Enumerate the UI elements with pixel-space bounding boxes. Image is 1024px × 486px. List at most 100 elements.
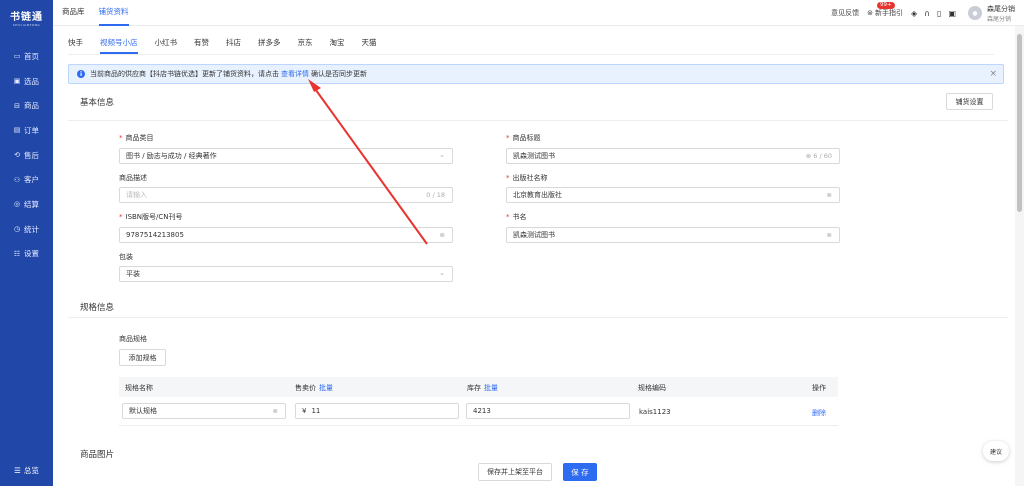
- close-icon[interactable]: ×: [989, 69, 997, 79]
- logo[interactable]: 书链通 SHULIANTONG: [0, 0, 53, 30]
- info-icon: i: [77, 70, 85, 78]
- sidebar-item-settle[interactable]: ◎ 结算: [0, 192, 53, 217]
- message-icon[interactable]: ▣: [948, 9, 956, 18]
- tab-video-shop[interactable]: 视频号小店: [100, 37, 138, 54]
- sidebar-item-customer[interactable]: ⚇ 客户: [0, 167, 53, 192]
- isbn-label: * ISBN版号/CN刊号: [119, 212, 183, 222]
- book-name-label: * 书名: [506, 212, 527, 222]
- sidebar-item-label: 选品: [24, 76, 39, 86]
- top-right-tools: 意见反馈 ⊜ 新手指引 ◈ ∩ ▯ ▣ ● 森尾分销 森尾分销: [831, 0, 1024, 26]
- spec-name-input[interactable]: 默认规格 ⊗: [122, 403, 286, 419]
- save-and-publish-button[interactable]: 保存并上架至平台: [478, 463, 552, 481]
- sidebar-overview-label: 总览: [23, 466, 39, 475]
- avatar[interactable]: ●: [968, 6, 982, 20]
- publisher-label: * 出版社名称: [506, 173, 548, 183]
- price-value: 11: [311, 407, 321, 415]
- clear-icon[interactable]: ⊗: [827, 191, 832, 199]
- select-icon: ▣: [13, 77, 21, 86]
- category-value: 图书 / 励志与成功 / 经典著作: [126, 152, 217, 160]
- clear-icon[interactable]: ⊗: [827, 231, 832, 239]
- topnav-distribution-data[interactable]: 铺货资料: [98, 0, 129, 26]
- tab-jd[interactable]: 京东: [298, 37, 313, 54]
- eye-icon[interactable]: ◈: [911, 9, 917, 18]
- sidebar-item-home[interactable]: ▭ 首页: [0, 44, 53, 69]
- spec-name-value: 默认规格: [129, 407, 157, 415]
- col-spec-name: 规格名称: [125, 384, 153, 392]
- view-details-link[interactable]: 查看详情: [281, 69, 309, 79]
- product-title-label: * 商品标题: [506, 133, 541, 143]
- guide-link[interactable]: 新手指引: [875, 8, 903, 18]
- category-label: * 商品类目: [119, 133, 154, 143]
- user-info[interactable]: 森尾分销 森尾分销: [987, 4, 1015, 23]
- required-mark: *: [506, 174, 510, 182]
- platform-tabs: 快手 视频号小店 小红书 有赞 抖店 拼多多 京东 淘宝 天猫: [68, 37, 394, 54]
- col-stock: 库存 批量: [467, 383, 498, 393]
- isbn-label-text: ISBN版号/CN刊号: [125, 213, 183, 221]
- stock-input[interactable]: 4213: [466, 403, 630, 419]
- stats-icon: ◷: [13, 225, 21, 234]
- tab-xiaohongshu[interactable]: 小红书: [155, 37, 178, 54]
- scrollbar-thumb[interactable]: [1017, 34, 1022, 212]
- isbn-input[interactable]: 9787514213805 ⊗: [119, 227, 453, 243]
- stock-value: 4213: [473, 407, 491, 415]
- tab-pinduoduo[interactable]: 拼多多: [258, 37, 281, 54]
- tab-taobao[interactable]: 淘宝: [330, 37, 345, 54]
- tab-kuaishou[interactable]: 快手: [68, 37, 83, 54]
- stock-batch-link[interactable]: 批量: [484, 384, 498, 392]
- suggestion-float-button[interactable]: 建议: [983, 441, 1009, 461]
- scrollbar[interactable]: [1015, 26, 1024, 486]
- spec-info-title: 规格信息: [80, 303, 115, 313]
- sidebar-item-select[interactable]: ▣ 选品: [0, 69, 53, 94]
- binding-select[interactable]: 平装 ⌄: [119, 266, 453, 282]
- add-spec-button[interactable]: 添加规格: [119, 349, 166, 366]
- distribution-settings-button[interactable]: 铺货设置: [946, 93, 993, 110]
- tab-youzan[interactable]: 有赞: [194, 37, 209, 54]
- tab-douyin-shop[interactable]: 抖店: [226, 37, 241, 54]
- price-batch-link[interactable]: 批量: [319, 384, 333, 392]
- goods-icon: ⊟: [14, 101, 20, 110]
- sidebar-item-settings[interactable]: ☷ 设置: [0, 242, 53, 267]
- headset-icon[interactable]: ∩: [924, 9, 930, 18]
- delete-link[interactable]: 删除: [812, 408, 826, 418]
- update-notice: i 当前商品的供应商【抖店书链优选】更新了铺货资料，请点击 查看详情 确认是否同…: [68, 64, 1004, 84]
- notice-text: 当前商品的供应商【抖店书链优选】更新了铺货资料，请点击: [90, 70, 279, 78]
- sidebar-item-label: 统计: [24, 224, 39, 234]
- sidebar-overview[interactable]: ☰ 总览: [0, 465, 53, 476]
- guide-icon: ⊜: [867, 9, 874, 17]
- sidebar-item-order[interactable]: ▤ 订单: [0, 118, 53, 143]
- feedback-link[interactable]: 意见反馈: [831, 8, 859, 18]
- customer-icon: ⚇: [13, 175, 21, 184]
- clear-icon[interactable]: ⊗: [806, 152, 811, 160]
- sidebar-item-goods[interactable]: ⊟ 商品: [0, 93, 53, 118]
- spec-label: 商品规格: [119, 335, 147, 343]
- required-mark: *: [119, 213, 123, 221]
- description-placeholder: 请输入: [126, 191, 147, 199]
- save-button[interactable]: 保 存: [563, 463, 597, 481]
- product-title-input[interactable]: 凯森测试图书 ⊗ 6 / 60: [506, 148, 840, 164]
- sidebar-item-label: 商品: [24, 101, 39, 111]
- order-icon: ▤: [13, 126, 21, 135]
- clear-icon[interactable]: ⊗: [273, 407, 278, 415]
- book-name-input[interactable]: 凯森测试图书 ⊗: [506, 227, 840, 243]
- table-row-divider: [119, 425, 838, 426]
- sidebar-item-stats[interactable]: ◷ 统计: [0, 217, 53, 242]
- sidebar-item-aftersale[interactable]: ⟲ 售后: [0, 143, 53, 168]
- product-images-title: 商品图片: [80, 450, 115, 460]
- user-name: 森尾分销: [987, 4, 1015, 13]
- topnav-product-library[interactable]: 商品库: [62, 0, 85, 26]
- divider: [68, 317, 1008, 318]
- col-price-text: 售卖价: [295, 384, 316, 392]
- document-icon[interactable]: ▯: [937, 9, 941, 18]
- product-title-value: 凯森测试图书: [513, 152, 555, 160]
- aftersale-icon: ⟲: [14, 151, 20, 160]
- col-spec-code: 规格编码: [638, 384, 666, 392]
- clear-icon[interactable]: ⊗: [440, 231, 445, 239]
- product-title-count: 6 / 60: [813, 152, 832, 160]
- price-input[interactable]: ¥ 11: [295, 403, 459, 419]
- category-select[interactable]: 图书 / 励志与成功 / 经典著作 ⌄: [119, 148, 453, 164]
- logo-subtext: SHULIANTONG: [12, 22, 41, 27]
- description-input[interactable]: 请输入 0 / 18: [119, 187, 453, 203]
- publisher-input[interactable]: 北京教育出版社 ⊗: [506, 187, 840, 203]
- description-label: 商品描述: [119, 174, 147, 182]
- tab-tmall[interactable]: 天猫: [362, 37, 377, 54]
